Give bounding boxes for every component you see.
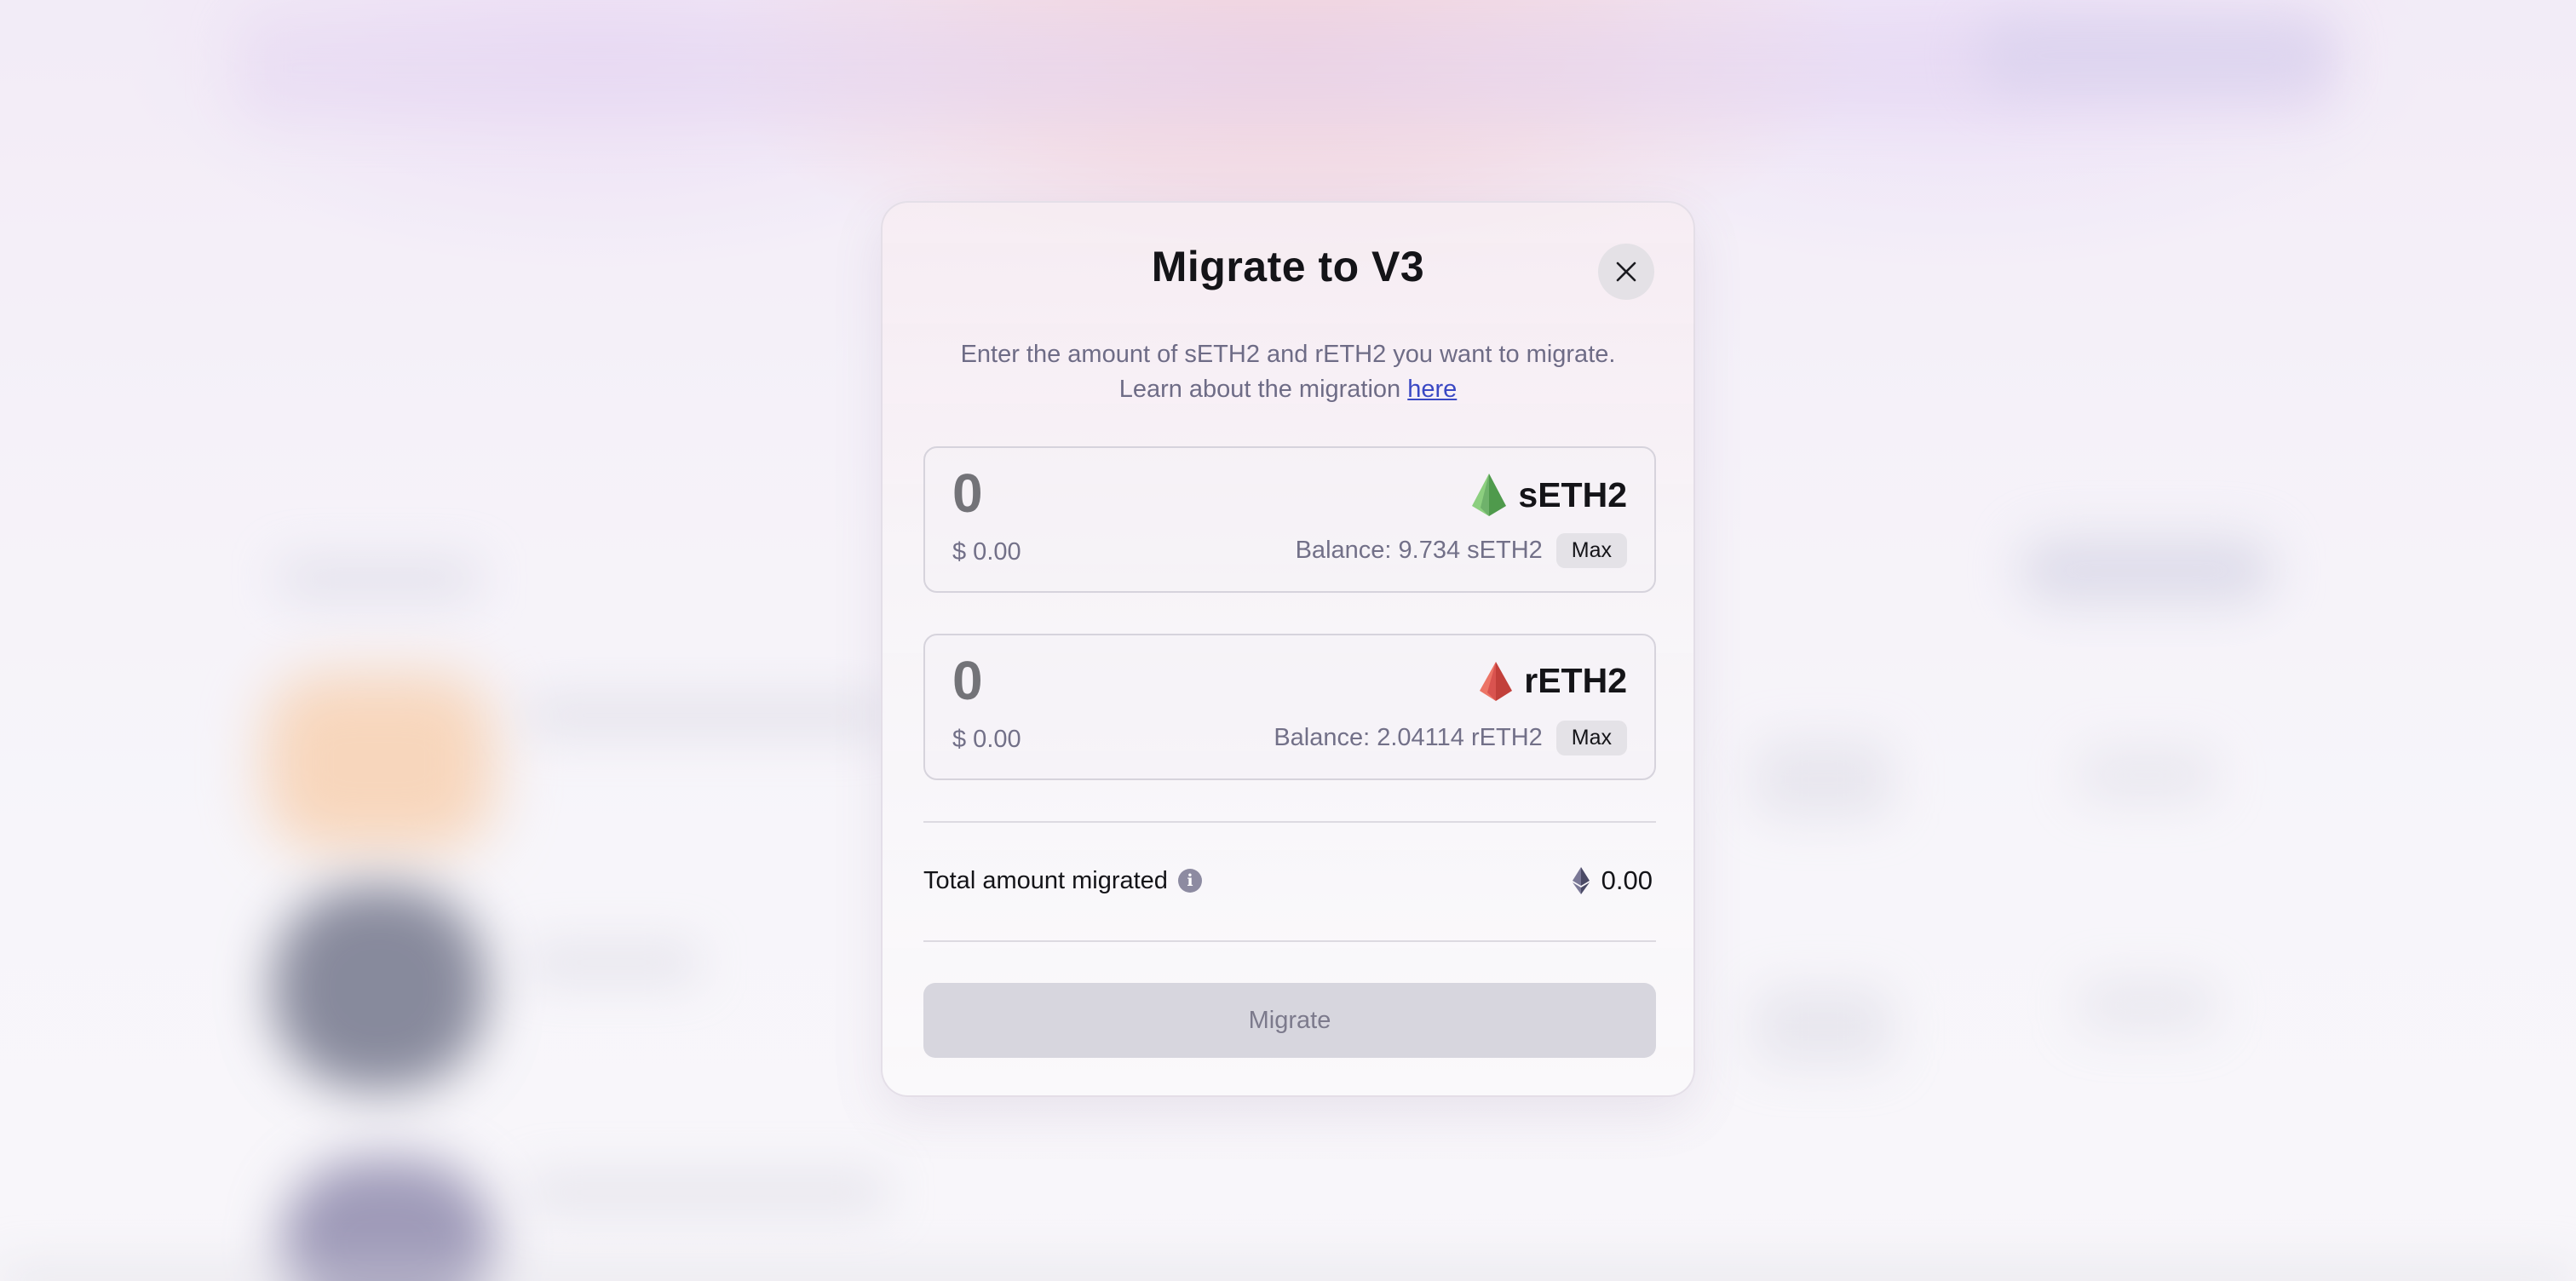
seth2-max-button[interactable]: Max bbox=[1555, 533, 1627, 568]
close-button[interactable] bbox=[1598, 244, 1654, 300]
description-line-1: Enter the amount of sETH2 and rETH2 you … bbox=[960, 341, 1616, 368]
description-prefix: Learn about the migration bbox=[1118, 376, 1408, 403]
seth2-token-label: sETH2 bbox=[1472, 474, 1627, 516]
reth2-balance-row: Balance: 2.04114 rETH2 Max bbox=[1274, 721, 1627, 755]
modal-description: Enter the amount of sETH2 and rETH2 you … bbox=[917, 337, 1659, 407]
divider bbox=[923, 821, 1656, 823]
learn-more-link[interactable]: here bbox=[1407, 376, 1457, 403]
reth2-input-box[interactable]: 0 $ 0.00 rETH2 Balance: 2.04114 rETH2 Ma… bbox=[923, 634, 1656, 780]
seth2-input-box[interactable]: 0 $ 0.00 sETH2 Balance: 9.734 sETH2 Max bbox=[923, 446, 1656, 593]
seth2-symbol: sETH2 bbox=[1518, 474, 1627, 514]
reth2-usd-value: $ 0.00 bbox=[952, 726, 1021, 753]
total-label: Total amount migrated bbox=[923, 866, 1168, 894]
total-migrated-row: Total amount migrated i 0.00 bbox=[923, 865, 1653, 896]
close-icon bbox=[1616, 261, 1636, 282]
total-label-group: Total amount migrated i bbox=[923, 867, 1202, 895]
seth2-amount-input[interactable]: 0 bbox=[952, 462, 983, 525]
migrate-button[interactable]: Migrate bbox=[923, 983, 1656, 1058]
reth2-balance: Balance: 2.04114 rETH2 bbox=[1274, 724, 1543, 751]
description-line-2: Learn about the migration here bbox=[917, 372, 1659, 407]
seth2-balance: Balance: 9.734 sETH2 bbox=[1295, 537, 1543, 564]
reth2-max-button[interactable]: Max bbox=[1555, 721, 1627, 755]
seth2-usd-value: $ 0.00 bbox=[952, 538, 1021, 566]
reth2-amount-input[interactable]: 0 bbox=[952, 649, 983, 712]
info-icon[interactable]: i bbox=[1177, 869, 1202, 893]
ethereum-icon bbox=[1572, 867, 1590, 894]
reth2-token-label: rETH2 bbox=[1480, 661, 1627, 701]
total-value-group: 0.00 bbox=[1572, 865, 1653, 896]
migrate-modal: Migrate to V3 Enter the amount of sETH2 … bbox=[881, 201, 1695, 1097]
divider bbox=[923, 940, 1656, 942]
green-ethereum-icon bbox=[1472, 474, 1507, 516]
total-value: 0.00 bbox=[1601, 865, 1653, 895]
reth2-symbol: rETH2 bbox=[1524, 661, 1627, 700]
red-ethereum-icon bbox=[1480, 661, 1513, 701]
seth2-balance-row: Balance: 9.734 sETH2 Max bbox=[1296, 533, 1627, 568]
modal-title: Migrate to V3 bbox=[1151, 243, 1425, 290]
